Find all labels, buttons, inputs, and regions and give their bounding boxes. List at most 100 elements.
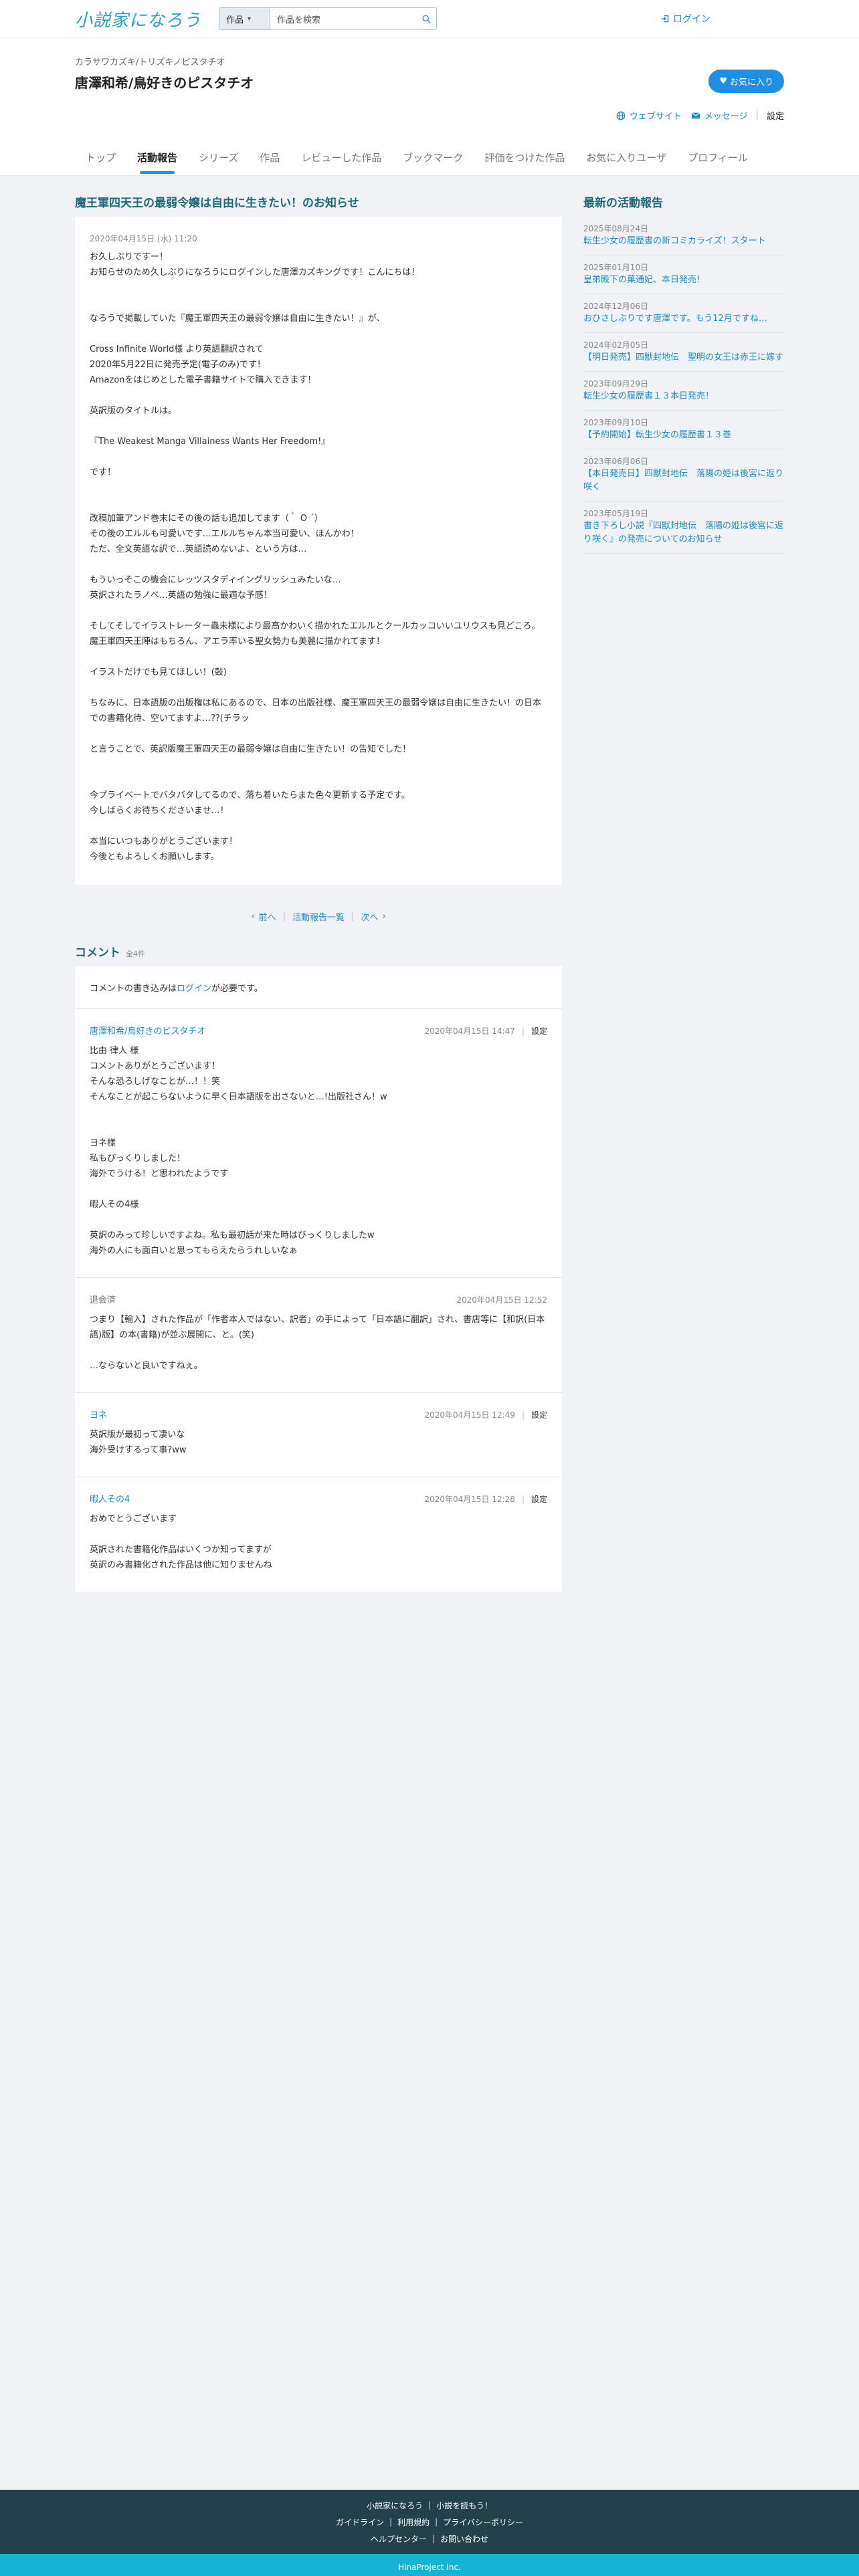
report-line: Cross Infinite World様 より英語翻訳されて [90,344,264,354]
report-line: もういっそこの機会にレッツスタディイングリッシュみたいな… [90,575,341,585]
recent-report-item: 2023年09月10日【予約開始】転生少女の履歴書１３巻 [583,411,784,449]
report-line [90,388,547,403]
footer-link[interactable]: プライバシーポリシー [443,2516,523,2528]
comment-author[interactable]: 暇人その4 [90,1492,130,1507]
comment-date: 2020年04月15日 12:52 [456,1295,547,1305]
search-category-select[interactable]: 作品 ▾ [219,8,271,29]
recent-report-date: 2025年08月24日 [583,224,649,233]
comments-list: コメントの書き込みはログインが必要です。 唐澤和希/鳥好きのピスタチオ 2020年… [75,966,562,1592]
footer-links-primary: 小説家になろう | 小説を読もう！ [367,2500,492,2511]
recent-reports-list: 2025年08月24日転生少女の履歴書の新コミカライズ！スタート 2025年01月… [583,217,784,554]
report-line [90,280,547,296]
comment-date: 2020年04月15日 12:28 [424,1495,515,1504]
comment-line [90,1527,547,1542]
report-line: ただ、全文英語な訳で…英語読めないよ、という方は… [90,544,307,554]
top-bar: 小説家になろう 作品 ▾ 作品を検索 ログイン [0,0,859,37]
comment-line: 比由 律人 様 [90,1046,139,1056]
tab-3[interactable]: 作品 [249,143,290,175]
recent-report-link[interactable]: おひさしぶりです唐澤です。もう12月ですね… [583,312,784,326]
user-name: 唐澤和希/鳥好きのピスタチオ [75,75,254,91]
main-area: 魔王軍四天王の最弱令嬢は自由に生きたい！のお知らせ 2020年04月15日 (水… [0,176,859,2490]
tab-1[interactable]: 活動報告 [126,143,188,175]
tab-4[interactable]: レビューした作品 [290,143,392,175]
comment-author[interactable]: ヨネ [90,1408,107,1423]
recent-report-link[interactable]: 転生少女の履歴書１３本日発売！ [583,390,784,403]
message-link[interactable]: メッセージ [691,109,748,122]
tab-7[interactable]: お気に入りユーザ [575,143,677,175]
add-favorite-button[interactable]: ♥ お気に入り [708,70,784,93]
footer-link[interactable]: 小説を読もう！ [436,2500,492,2511]
comment-line [90,1120,547,1136]
comment-author[interactable]: 唐澤和希/鳥好きのピスタチオ [90,1024,205,1039]
search-button[interactable] [416,8,436,29]
report-line: と言うことで、英訳版魔王軍四天王の最弱令嬢は自由に生きたい！の告知でした！ [90,744,411,754]
website-link[interactable]: ウェブサイト [616,109,682,122]
comment-line: コメントありがとうございます！ [90,1061,221,1071]
recent-report-date: 2024年12月06日 [583,302,649,311]
comment-line: ヨネ様 [90,1138,116,1148]
recent-report-date: 2023年09月10日 [583,418,649,427]
report-line [90,326,547,342]
comment-date: 2020年04月15日 12:49 [424,1410,515,1420]
report-line: 今プライベートでバタバタしてるので、落ち着いたらまた色々更新する予定です。 [90,790,410,800]
report-text: お久しぶりですー！ お知らせのため久しぶりになろうにログインした唐澤カズキングです… [90,249,547,865]
report-line: なろうで掲載していた『魔王軍四天王の最弱令嬢は自由に生きたい！』が、 [90,314,385,324]
report-line: 改稿加筆アンド巻末にその後の話も追加してます（｀ O ´） [90,514,323,524]
prev-report-link[interactable]: ‹ 前へ [244,910,282,923]
recent-report-link[interactable]: 【本日発売日】四獣封地伝 落陽の姫は後宮に返り咲く [583,467,784,494]
divider: | [521,1027,524,1036]
recent-report-link[interactable]: 皇弟殿下の菓通妃、本日発売！ [583,274,784,287]
report-line: ちなみに、日本語版の出版権は私にあるので、日本の出版社様、魔王軍四天王の最弱令嬢… [90,698,542,724]
site-logo[interactable]: 小説家になろう [75,7,201,31]
comments-title: コメント [75,946,120,960]
tab-2[interactable]: シリーズ [188,143,249,175]
report-line: 今しばらくお待ちくださいませ…！ [90,806,229,816]
comment-settings-link[interactable]: 設定 [531,1492,547,1507]
recent-report-item: 2025年08月24日転生少女の履歴書の新コミカライズ！スタート [583,217,784,255]
footer-link[interactable]: 小説家になろう [367,2500,423,2511]
recent-report-link[interactable]: 転生少女の履歴書の新コミカライズ！スタート [583,235,784,248]
comment-settings-link[interactable]: 設定 [531,1408,547,1423]
comment-login-link[interactable]: ログイン [177,984,211,994]
recent-report-item: 2024年02月05日 【明日発売】四獣封地伝 聖明の女王は赤王に嫁す [583,333,784,372]
comment-meta: 2020年04月15日 14:47 | 設定 [424,1024,547,1039]
recent-report-link[interactable]: 書き下ろし小説『四獣封地伝 落陽の姫は後宮に返り咲く』の発売についてのお知らせ [583,520,784,546]
globe-icon [616,111,626,120]
report-line [90,496,547,511]
recent-report-link[interactable]: 【予約開始】転生少女の履歴書１３巻 [583,429,784,442]
divider: | [389,2517,393,2527]
user-settings-link[interactable]: 設定 [767,109,784,122]
sidebar: 最新の活動報告 2025年08月24日 転生少女の履歴書の新コミカライズ！スタート… [583,193,784,1592]
footer-link[interactable]: お問い合わせ [440,2533,488,2545]
report-title: 魔王軍四天王の最弱令嬢は自由に生きたい！のお知らせ [75,197,359,210]
recent-report-date: 2025年01月10日 [583,263,649,272]
comment-line: 英訳された書籍化作品はいくつか知ってますが [90,1545,272,1555]
recent-report-item: 2023年06月06日 【本日発売日】四獣封地伝 落陽の姫は後宮に返り咲く [583,449,784,502]
comment-settings-link[interactable]: 設定 [531,1024,547,1039]
add-favorite-label: お気に入り [729,78,773,88]
footer-link[interactable]: ヘルプセンター [371,2533,427,2545]
comment-date: 2020年04月15日 14:47 [424,1027,515,1036]
login-link[interactable]: ログイン [661,12,710,25]
report-pager: ‹ 前へ | 活動報告一覧 | 次へ › [75,910,562,923]
footer-link[interactable]: ガイドライン [336,2516,384,2528]
tab-5[interactable]: ブックマーク [392,143,474,175]
footer-link[interactable]: 利用規約 [397,2516,430,2528]
report-list-link[interactable]: 活動報告一覧 [286,910,351,923]
recent-report-link[interactable]: 【明日発売】四獣封地伝 聖明の女王は赤王に嫁す [583,351,784,364]
site-logo-text: 小説家になろう [75,10,202,31]
comment-line: 英訳のみ書籍化された作品は他に知りませんね [90,1560,272,1570]
next-report-link[interactable]: 次へ › [354,910,392,923]
comment-meta: 2020年04月15日 12:28 | 設定 [424,1492,547,1507]
comment-item: ヨネ 2020年04月15日 12:49 | 設定 英訳版が最初って凄いな 海外受けするっ… [75,1393,562,1477]
comment-line [90,1105,547,1120]
comment-line: 海外受けするって事?ww [90,1445,187,1455]
recent-report-date: 2024年02月05日 [583,340,649,350]
report-line [90,757,547,772]
tab-0[interactable]: トップ [75,143,126,175]
search-input[interactable]: 作品を検索 [270,8,416,29]
tab-6[interactable]: 評価をつけた作品 [474,143,575,175]
tab-8[interactable]: プロフィール [677,143,759,175]
recent-report-item: 2023年09月29日 転生少女の履歴書１３本日発売！ [583,372,784,411]
search-icon [421,14,431,23]
